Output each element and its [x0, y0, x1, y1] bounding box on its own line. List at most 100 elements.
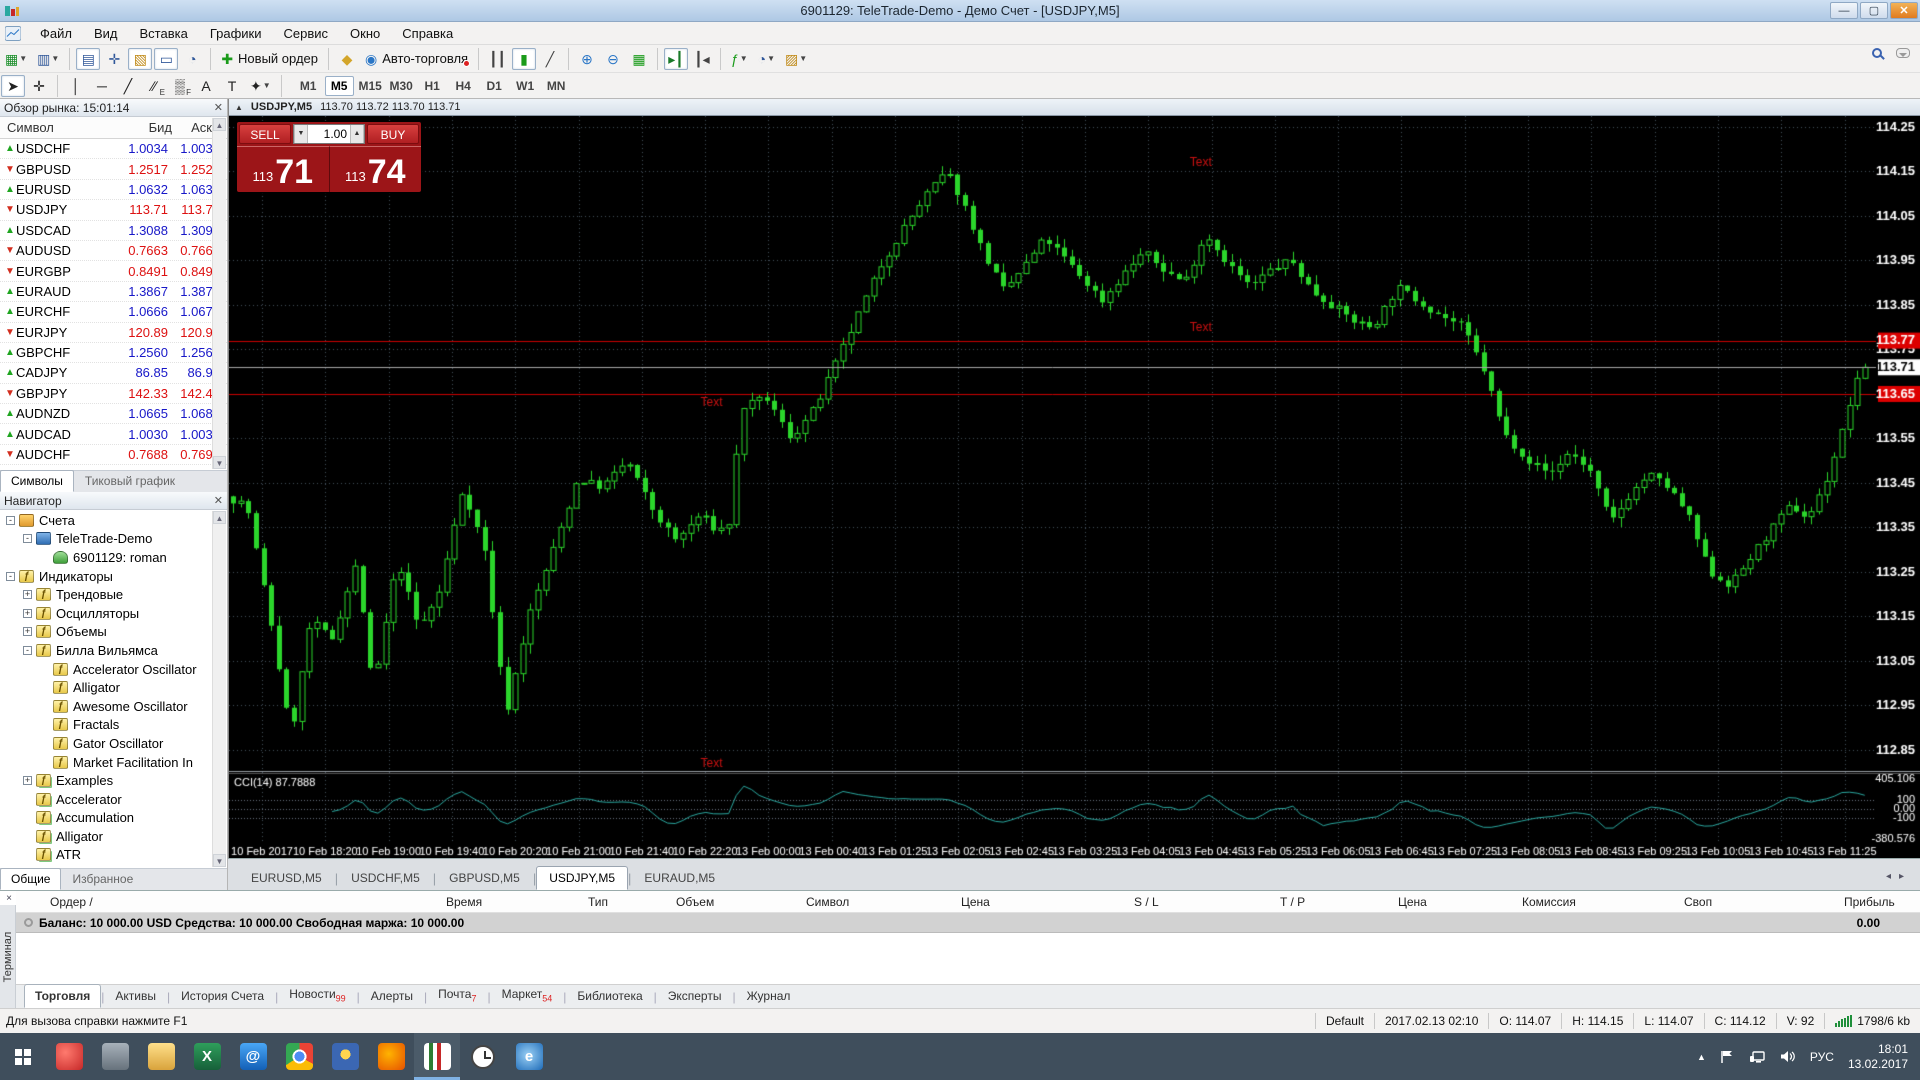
- candlestick-chart-button[interactable]: ▮: [511, 47, 536, 70]
- taskbar-app-alarm-clock[interactable]: [460, 1033, 506, 1080]
- indicators-button[interactable]: ƒ ▼: [727, 48, 752, 70]
- strategy-tester-toggle[interactable]: ◔: [180, 48, 204, 70]
- trendline-button[interactable]: ╱: [116, 75, 140, 97]
- crosshair-button[interactable]: ✛: [27, 75, 51, 97]
- volume-input[interactable]: 1.00: [308, 127, 350, 141]
- tree-item-alligator[interactable]: ƒ Alligator: [0, 827, 212, 846]
- timeframe-M15[interactable]: M15: [356, 76, 385, 96]
- terminal-tab-Торговля[interactable]: Торговля: [24, 984, 102, 1008]
- network-icon[interactable]: [1749, 1050, 1766, 1064]
- market-watch-row[interactable]: ▲ EURAUD 1.3867 1.3877: [0, 282, 227, 303]
- balance-row[interactable]: Баланс: 10 000.00 USD Средства: 10 000.0…: [16, 913, 1920, 933]
- new-order-button[interactable]: ✚ Новый ордер: [217, 48, 322, 70]
- column-bid[interactable]: Бид: [110, 120, 172, 135]
- market-watch-row[interactable]: ▼ USDJPY 113.71 113.74: [0, 200, 227, 221]
- menu-item-Файл[interactable]: Файл: [29, 23, 83, 44]
- terminal-column-Объем[interactable]: Объем: [676, 895, 714, 909]
- volume-up-icon[interactable]: ▲: [350, 125, 364, 143]
- timeframe-MN[interactable]: MN: [542, 76, 571, 96]
- line-chart-button[interactable]: ╱: [538, 48, 562, 70]
- timeframe-D1[interactable]: D1: [480, 76, 509, 96]
- tree-item-билла-вильямса[interactable]: - ƒ Билла Вильямса: [0, 641, 212, 660]
- taskbar-app-mail[interactable]: @: [230, 1033, 276, 1080]
- metaeditor-button[interactable]: ◆: [335, 48, 359, 70]
- autotrading-button[interactable]: ◉ Авто-торговля: [361, 48, 472, 70]
- tree-item-осцилляторы[interactable]: + ƒ Осцилляторы: [0, 604, 212, 623]
- tab-Символы[interactable]: Символы: [0, 470, 74, 492]
- text-button[interactable]: A: [194, 75, 218, 97]
- timeframe-M5[interactable]: M5: [324, 75, 354, 96]
- tree-item-gator-oscillator[interactable]: ƒ Gator Oscillator: [0, 734, 212, 753]
- market-watch-row[interactable]: ▲ GBPCHF 1.2560 1.2568: [0, 343, 227, 364]
- timeframe-M1[interactable]: M1: [294, 76, 323, 96]
- tree-item-alligator[interactable]: ƒ Alligator: [0, 678, 212, 697]
- menu-item-Справка[interactable]: Справка: [391, 23, 464, 44]
- profiles-button[interactable]: ▥ ▼: [33, 48, 63, 70]
- tree-item-fractals[interactable]: ƒ Fractals: [0, 716, 212, 735]
- terminal-column-Тип[interactable]: Тип: [588, 895, 608, 909]
- arrows-button[interactable]: ✦ ▼: [246, 75, 275, 97]
- tree-item-teletrade-demo[interactable]: - TeleTrade-Demo: [0, 530, 212, 549]
- dropdown-caret-icon[interactable]: ▼: [19, 54, 27, 63]
- collapse-icon[interactable]: ▲: [235, 103, 243, 112]
- terminal-tab-Журнал[interactable]: Журнал: [736, 984, 802, 1008]
- taskbar-app-firefox[interactable]: [368, 1033, 414, 1080]
- templates-button[interactable]: ▨ ▼: [781, 48, 811, 70]
- expand-icon[interactable]: +: [23, 776, 32, 786]
- taskbar-app-search[interactable]: [46, 1033, 92, 1080]
- terminal-tab-Алерты[interactable]: Алерты: [360, 984, 424, 1008]
- dropdown-caret-icon[interactable]: ▼: [740, 54, 748, 63]
- terminal-close-icon[interactable]: ×: [3, 893, 15, 904]
- bar-chart-button[interactable]: ┃┃: [485, 48, 510, 70]
- equidistant-channel-button[interactable]: ∕∕ E: [142, 75, 166, 97]
- navigator-toggle[interactable]: ▧: [128, 47, 153, 70]
- dropdown-caret-icon[interactable]: ▼: [263, 81, 271, 90]
- buy-button[interactable]: BUY: [367, 124, 419, 144]
- language-indicator[interactable]: РУС: [1810, 1050, 1834, 1064]
- market-watch-scrollbar[interactable]: ▲ ▼: [212, 118, 226, 469]
- terminal-toggle[interactable]: ▭: [154, 47, 179, 70]
- horizontal-line-button[interactable]: ─: [90, 75, 114, 97]
- market-watch-row[interactable]: ▼ AUDUSD 0.7663 0.7667: [0, 241, 227, 262]
- expand-icon[interactable]: +: [23, 627, 32, 637]
- collapse-icon[interactable]: -: [23, 645, 32, 655]
- market-watch-row[interactable]: ▲ CADJPY 86.85 86.91: [0, 363, 227, 384]
- tree-item-accumulation[interactable]: ƒ Accumulation: [0, 809, 212, 828]
- timeframe-H4[interactable]: H4: [449, 76, 478, 96]
- market-watch-row[interactable]: ▲ USDCAD 1.3088 1.3092: [0, 221, 227, 241]
- dropdown-caret-icon[interactable]: ▼: [799, 54, 807, 63]
- search-icon[interactable]: [1872, 48, 1882, 58]
- tree-item-atr[interactable]: ƒ ATR: [0, 846, 212, 865]
- data-window-toggle[interactable]: ✛: [102, 48, 126, 70]
- taskbar-app-edge[interactable]: e: [506, 1033, 552, 1080]
- market-watch-row[interactable]: ▲ EURUSD 1.0632 1.0635: [0, 180, 227, 201]
- market-watch-row[interactable]: ▲ AUDCAD 1.0030 1.0038: [0, 424, 227, 445]
- dropdown-caret-icon[interactable]: ▼: [767, 54, 775, 63]
- menu-item-Окно[interactable]: Окно: [339, 23, 391, 44]
- auto-scroll-toggle[interactable]: ▸┃: [663, 47, 688, 70]
- column-symbol[interactable]: Символ: [0, 120, 110, 135]
- tree-item-объемы[interactable]: + ƒ Объемы: [0, 623, 212, 642]
- text-label-button[interactable]: T: [220, 75, 244, 97]
- terminal-column-T / P[interactable]: T / P: [1280, 895, 1305, 909]
- terminal-column-Цена[interactable]: Цена: [1398, 895, 1427, 909]
- chart-shift-toggle[interactable]: ┃◂: [690, 48, 714, 70]
- tree-item-examples[interactable]: + ƒ Examples: [0, 771, 212, 790]
- tree-item-индикаторы[interactable]: - ƒ Индикаторы: [0, 567, 212, 586]
- terminal-column-Цена[interactable]: Цена: [961, 895, 990, 909]
- tree-item-счета[interactable]: - Счета: [0, 511, 212, 530]
- chart-tab-GBPUSD,M5[interactable]: GBPUSD,M5: [436, 866, 533, 890]
- menu-item-Вид[interactable]: Вид: [83, 23, 129, 44]
- market-watch-row[interactable]: ▼ GBPUSD 1.2517 1.2521: [0, 159, 227, 180]
- tab-Общие[interactable]: Общие: [0, 868, 62, 890]
- maximize-button[interactable]: ▢: [1860, 2, 1888, 19]
- speaker-icon[interactable]: [1780, 1050, 1796, 1063]
- timeframe-H1[interactable]: H1: [418, 76, 447, 96]
- sell-button[interactable]: SELL: [239, 124, 291, 144]
- expand-icon[interactable]: +: [23, 608, 32, 618]
- taskbar-app-chrome[interactable]: [276, 1033, 322, 1080]
- timeframe-W1[interactable]: W1: [511, 76, 540, 96]
- menu-item-Сервис[interactable]: Сервис: [273, 23, 340, 44]
- tree-item-accelerator-oscillator[interactable]: ƒ Accelerator Oscillator: [0, 660, 212, 679]
- tab-Тиковый график[interactable]: Тиковый график: [74, 470, 186, 492]
